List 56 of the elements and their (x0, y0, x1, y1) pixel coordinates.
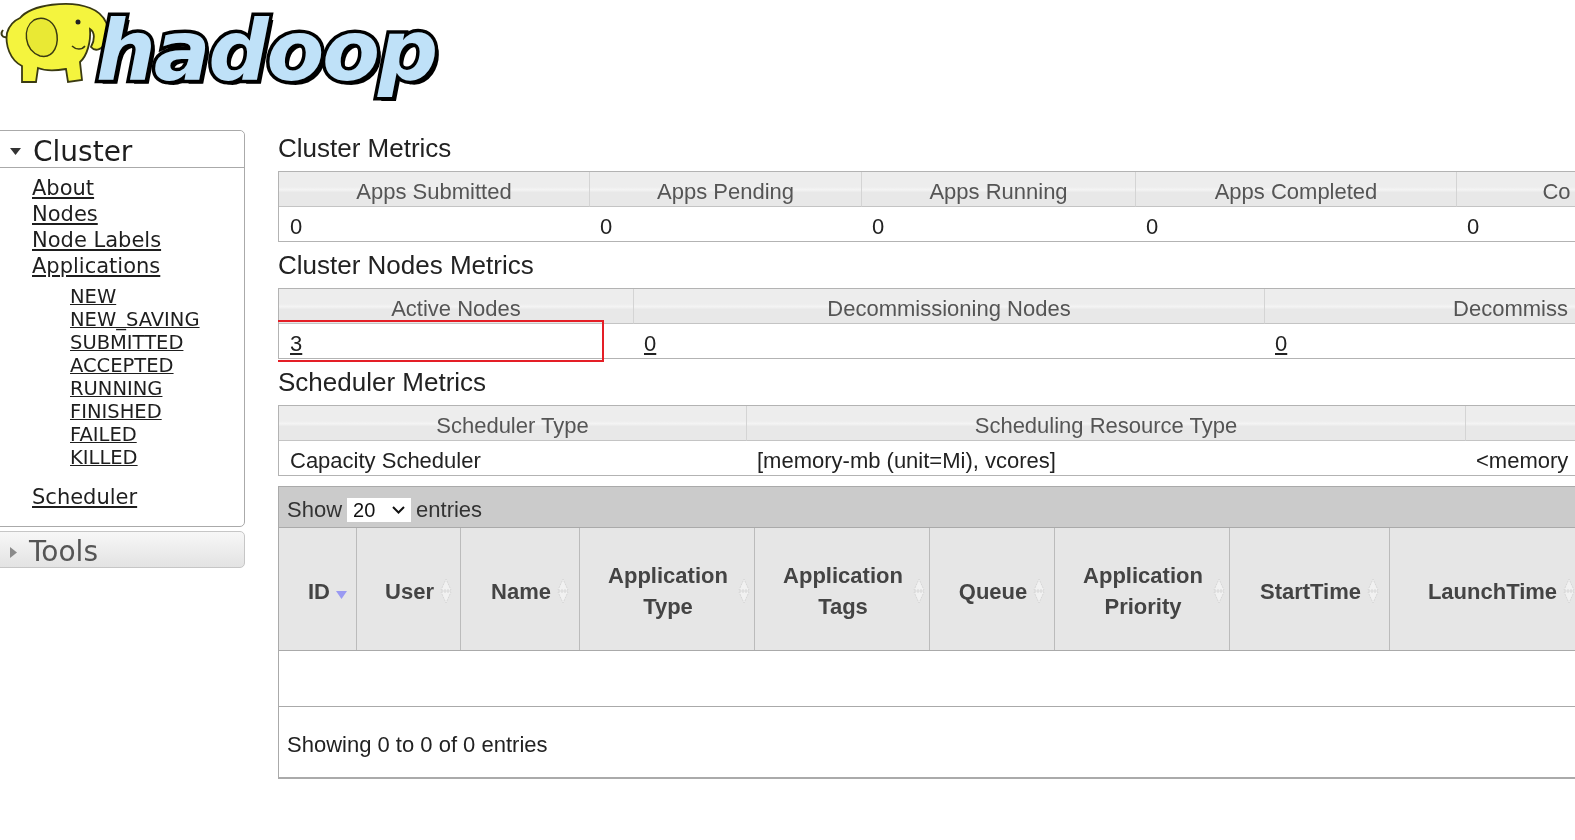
expand-triangle-icon (10, 546, 17, 558)
column-header[interactable]: User (357, 528, 461, 650)
collapse-triangle-icon (10, 148, 21, 155)
label-text: Show (287, 497, 343, 523)
column-header[interactable]: Name (461, 528, 580, 650)
nav-sublink[interactable]: RUNNING (70, 377, 163, 400)
table-cell-text: 0 (1145, 213, 1160, 241)
column-header: Scheduler Type (279, 406, 746, 441)
column-header: Apps Running (861, 172, 1135, 207)
table-cell-text: 0 (871, 213, 886, 241)
column-header: Decommiss (1264, 289, 1575, 324)
nav-link[interactable]: Applications (32, 253, 161, 279)
column-header[interactable]: Queue (930, 528, 1055, 650)
section-header[interactable]: Tools (0, 531, 245, 568)
column-header: Apps Submitted (279, 172, 589, 207)
section-heading: Cluster Metrics (278, 132, 452, 165)
logo-wordmark: hadoop (96, 3, 438, 100)
nav-sublink[interactable]: ACCEPTED (70, 354, 174, 377)
column-header: Co (1456, 172, 1575, 207)
count-link[interactable]: 3 (290, 331, 303, 357)
column-header: Scheduling Resource Type (746, 406, 1465, 441)
column-header[interactable]: ID (279, 528, 357, 650)
nav-sublink[interactable]: KILLED (70, 446, 138, 469)
entries-select[interactable]: 20 (347, 498, 412, 522)
nav-sublink[interactable]: SUBMITTED (70, 331, 184, 354)
nav-link[interactable]: Nodes (32, 201, 98, 227)
table-info-text: Showing 0 to 0 of 0 entries (287, 732, 548, 758)
table-cell-text: 0 (289, 213, 304, 241)
nav-sublink[interactable]: FINISHED (70, 400, 162, 423)
count-link[interactable]: 0 (644, 331, 657, 357)
section-heading: Scheduler Metrics (278, 366, 487, 399)
section-header[interactable]: Cluster (0, 131, 244, 168)
nav-link[interactable]: About (32, 175, 95, 201)
column-header[interactable]: Application Type (580, 528, 755, 650)
table-cell-text: 0 (1466, 213, 1481, 241)
nav-sublink[interactable]: FAILED (70, 423, 137, 446)
table-cell-text: <memory (1475, 447, 1570, 475)
nav-sublink[interactable]: NEW (70, 285, 117, 308)
nav-sublink[interactable]: NEW_SAVING (70, 308, 200, 331)
column-header: Apps Completed (1135, 172, 1456, 207)
column-header: Active Nodes (279, 289, 633, 324)
column-header: Decommissioning Nodes (633, 289, 1264, 324)
table-cell-text: [memory-mb (unit=Mi), vcores] (756, 447, 1057, 475)
column-header[interactable]: Application Tags (755, 528, 930, 650)
column-header: Apps Pending (589, 172, 861, 207)
column-header[interactable]: LaunchTime (1390, 528, 1575, 650)
chevron-icon (392, 506, 406, 514)
table-cell-text: 0 (599, 213, 614, 241)
table-cell-text: Capacity Scheduler (289, 447, 482, 475)
label-text: entries (416, 497, 483, 523)
count-link[interactable]: 0 (1275, 331, 1288, 357)
nav-link[interactable]: Scheduler (32, 484, 138, 510)
column-header[interactable]: Application Priority (1055, 528, 1230, 650)
section-heading: Cluster Nodes Metrics (278, 249, 534, 282)
column-header[interactable]: StartTime (1230, 528, 1390, 650)
nav-link[interactable]: Node Labels (32, 227, 162, 253)
